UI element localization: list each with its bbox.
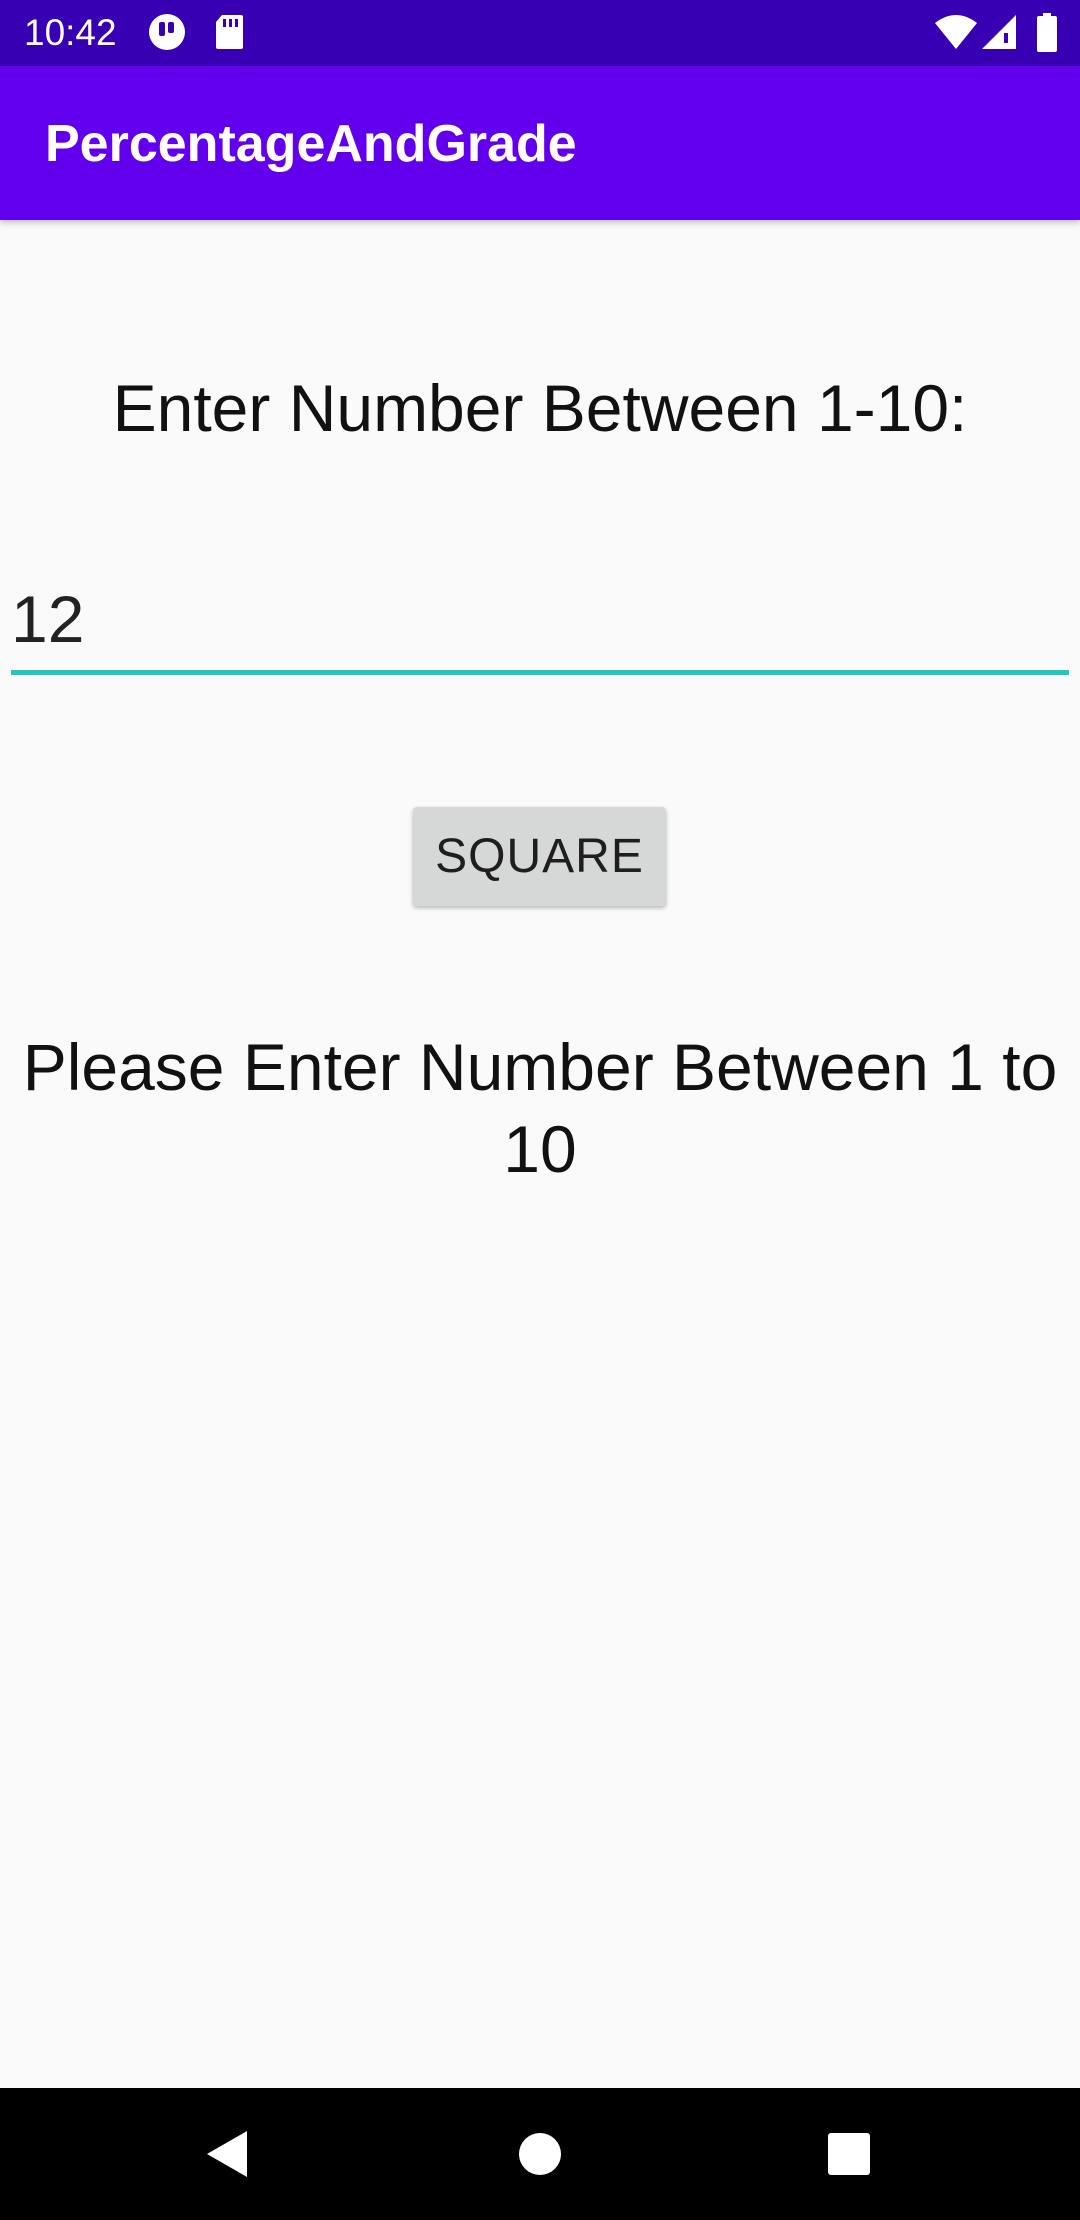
- navigation-bar: [0, 2088, 1080, 2220]
- number-input-container: [11, 570, 1069, 676]
- app-title: PercentageAndGrade: [45, 115, 577, 173]
- sd-card-icon: [214, 13, 244, 56]
- recents-icon[interactable]: [813, 2118, 885, 2190]
- battery-icon: [1036, 13, 1058, 58]
- number-prompt: Enter Number Between 1-10:: [112, 371, 968, 445]
- cellular-signal-icon: [982, 13, 1018, 56]
- app-screen: 10:42 PercentageAndGrade Enter Number Be…: [0, 0, 1080, 2220]
- notification-app-icon: [148, 13, 186, 56]
- square-button[interactable]: SQUARE: [413, 807, 666, 906]
- status-bar: 10:42: [0, 0, 1080, 66]
- app-bar: PercentageAndGrade: [0, 66, 1080, 220]
- home-icon[interactable]: [504, 2118, 576, 2190]
- back-icon[interactable]: [191, 2118, 263, 2190]
- input-underline: [11, 670, 1069, 675]
- status-time: 10:42: [24, 12, 117, 53]
- result-message: Please Enter Number Between 1 to 10: [22, 1030, 1058, 1186]
- number-input[interactable]: [11, 570, 1069, 668]
- wifi-icon: [934, 13, 978, 56]
